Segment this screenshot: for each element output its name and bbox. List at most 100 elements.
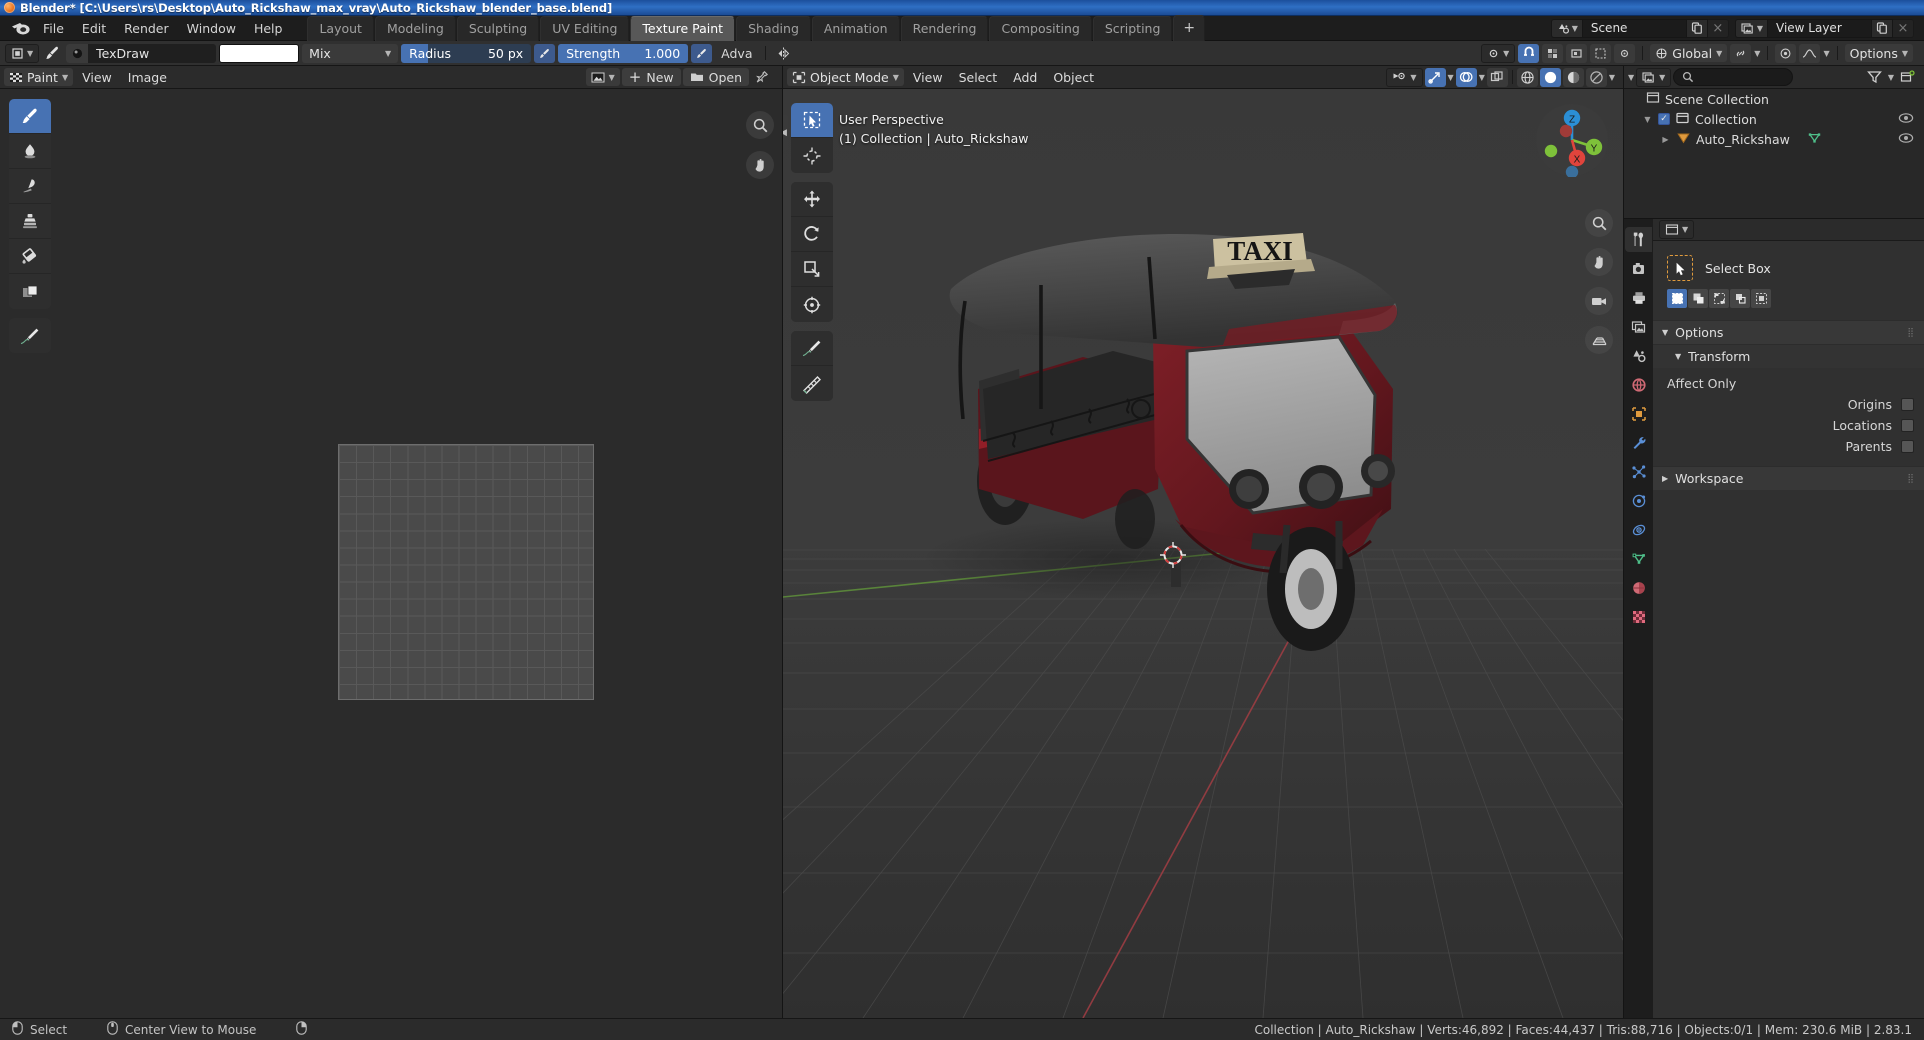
snap-element-2-icon[interactable] bbox=[1566, 43, 1588, 63]
image-menu-image[interactable]: Image bbox=[121, 68, 174, 86]
scale-tool[interactable] bbox=[791, 252, 833, 287]
panel-workspace-header[interactable]: ▶ Workspace ⣿ bbox=[1653, 466, 1924, 490]
transform-orientation-select[interactable]: Global ▼ bbox=[1650, 44, 1728, 62]
outliner-row-auto-rickshaw[interactable]: ▶ Auto_Rickshaw bbox=[1624, 129, 1924, 149]
image-editor-body[interactable] bbox=[0, 89, 782, 1018]
unlink-scene-button[interactable]: × bbox=[1707, 18, 1729, 38]
tab-layout[interactable]: Layout bbox=[307, 15, 374, 41]
object-visibility-eye-icon[interactable] bbox=[1898, 132, 1914, 147]
tab-texture-paint[interactable]: Texture Paint bbox=[630, 15, 736, 41]
brush-color-swatch[interactable] bbox=[219, 43, 300, 63]
annotate-pencil-tool[interactable] bbox=[9, 318, 51, 353]
viewport-menu-select[interactable]: Select bbox=[952, 68, 1005, 86]
mask-tool[interactable] bbox=[9, 274, 51, 309]
viewport-canvas[interactable]: TAXI bbox=[783, 89, 1623, 1018]
shading-solid-icon[interactable] bbox=[1539, 67, 1561, 87]
open-image-button[interactable]: Open bbox=[682, 68, 749, 86]
move-tool[interactable] bbox=[791, 182, 833, 217]
xray-toggle-icon[interactable] bbox=[1486, 67, 1508, 87]
tab-compositing[interactable]: Compositing bbox=[989, 15, 1092, 41]
radius-pressure-icon[interactable] bbox=[534, 43, 556, 63]
zoom-gizmo[interactable] bbox=[746, 111, 774, 139]
tab-shading[interactable]: Shading bbox=[736, 15, 811, 41]
measure-tool[interactable] bbox=[791, 366, 833, 401]
properties-tab-modifier[interactable] bbox=[1625, 430, 1652, 455]
tab-modeling[interactable]: Modeling bbox=[374, 15, 456, 41]
properties-tab-scene[interactable] bbox=[1625, 343, 1652, 368]
snap-link-icon[interactable] bbox=[1730, 43, 1752, 63]
properties-tab-texture[interactable] bbox=[1625, 604, 1652, 629]
menu-help[interactable]: Help bbox=[245, 18, 292, 39]
filter-funnel-icon[interactable] bbox=[1864, 68, 1885, 87]
viewport-menu-view[interactable]: View bbox=[906, 68, 950, 86]
properties-context-icon[interactable]: ▼ bbox=[1659, 220, 1695, 239]
snap-element-4-icon[interactable] bbox=[1614, 43, 1636, 63]
transform-tool[interactable] bbox=[791, 287, 833, 322]
select-mode-extend[interactable] bbox=[1688, 289, 1708, 308]
shading-material-preview-icon[interactable] bbox=[1562, 67, 1584, 87]
gizmo-toggle-icon[interactable] bbox=[1424, 67, 1446, 87]
new-image-button[interactable]: + New bbox=[621, 68, 681, 86]
select-mode-subtract[interactable] bbox=[1709, 289, 1729, 308]
snap-element-1-icon[interactable] bbox=[1542, 43, 1564, 63]
zoom-gizmo[interactable] bbox=[1585, 209, 1613, 237]
advanced-label[interactable]: Adva bbox=[715, 46, 758, 61]
parents-checkbox[interactable] bbox=[1901, 440, 1914, 453]
brush-name[interactable]: TexDraw bbox=[88, 46, 157, 61]
symmetry-icon[interactable] bbox=[773, 44, 794, 63]
proportional-connected-icon[interactable] bbox=[1799, 43, 1821, 63]
viewport-menu-object[interactable]: Object bbox=[1046, 68, 1101, 86]
radius-slider[interactable]: Radius 50 px bbox=[401, 43, 532, 63]
viewport-left-edge-arrow[interactable]: ◀ bbox=[783, 115, 788, 151]
mesh-data-icon[interactable] bbox=[1807, 131, 1822, 148]
menu-file[interactable]: File bbox=[34, 18, 73, 39]
viewport-mode-select[interactable]: Object Mode ▼ bbox=[787, 68, 904, 86]
collection-checkbox[interactable]: ✓ bbox=[1658, 113, 1670, 125]
properties-tab-particles[interactable] bbox=[1625, 459, 1652, 484]
strength-pressure-icon[interactable] bbox=[691, 43, 713, 63]
locations-checkbox[interactable] bbox=[1901, 419, 1914, 432]
image-editor-mode-select[interactable]: Paint ▼ bbox=[4, 68, 74, 86]
view-layer-name[interactable]: View Layer bbox=[1767, 18, 1872, 38]
fill-tool[interactable] bbox=[9, 239, 51, 274]
outliner-row-scene-collection[interactable]: Scene Collection bbox=[1624, 89, 1924, 109]
panel-transform-header[interactable]: ▼ Transform bbox=[1653, 344, 1924, 368]
snap-magnet-icon[interactable] bbox=[1518, 43, 1540, 63]
properties-tab-object[interactable] bbox=[1625, 401, 1652, 426]
smear-tool[interactable] bbox=[9, 169, 51, 204]
rotate-tool[interactable] bbox=[791, 217, 833, 252]
properties-tab-data[interactable] bbox=[1625, 546, 1652, 571]
collection-visibility-eye-icon[interactable] bbox=[1898, 112, 1914, 127]
object-visibility-dropdown[interactable]: ▼ bbox=[1386, 67, 1423, 87]
strength-slider[interactable]: Strength 1.000 bbox=[558, 43, 689, 63]
affect-only-parents-row[interactable]: Parents bbox=[1653, 436, 1924, 457]
proportional-editing-icon[interactable] bbox=[1775, 43, 1797, 63]
disclosure-triangle[interactable]: ▼ bbox=[1642, 115, 1653, 124]
image-canvas[interactable] bbox=[0, 89, 782, 1018]
new-view-layer-button[interactable] bbox=[1872, 18, 1893, 38]
clone-tool[interactable] bbox=[9, 204, 51, 239]
camera-view-gizmo[interactable] bbox=[1585, 287, 1613, 315]
scene-icon[interactable]: ▼ bbox=[1550, 18, 1582, 38]
overlays-toggle-icon[interactable] bbox=[1455, 67, 1477, 87]
shading-wireframe-icon[interactable] bbox=[1516, 67, 1538, 87]
cursor-tool[interactable] bbox=[791, 138, 833, 173]
pin-icon[interactable] bbox=[751, 68, 772, 87]
panel-options-header[interactable]: ▼ Options ⣿ bbox=[1653, 320, 1924, 344]
pan-gizmo[interactable] bbox=[1585, 248, 1613, 276]
draw-tool[interactable] bbox=[9, 99, 51, 134]
select-mode-intersect[interactable] bbox=[1751, 289, 1771, 308]
scene-selector[interactable]: ▼ Scene × bbox=[1550, 18, 1729, 38]
properties-tab-view-layer[interactable] bbox=[1625, 314, 1652, 339]
properties-tab-constraints[interactable] bbox=[1625, 517, 1652, 542]
blend-mode-select[interactable]: Mix ▼ bbox=[302, 43, 399, 63]
affect-only-locations-row[interactable]: Locations bbox=[1653, 415, 1924, 436]
properties-tab-world[interactable] bbox=[1625, 372, 1652, 397]
browse-image-button[interactable]: ▼ bbox=[585, 68, 620, 86]
tab-sculpting[interactable]: Sculpting bbox=[456, 15, 540, 41]
tab-scripting[interactable]: Scripting bbox=[1092, 15, 1173, 41]
menu-render[interactable]: Render bbox=[115, 18, 178, 39]
shading-rendered-icon[interactable] bbox=[1585, 67, 1607, 87]
paint-context-dropdown[interactable]: ▼ bbox=[5, 43, 40, 63]
scene-name[interactable]: Scene bbox=[1581, 18, 1687, 38]
